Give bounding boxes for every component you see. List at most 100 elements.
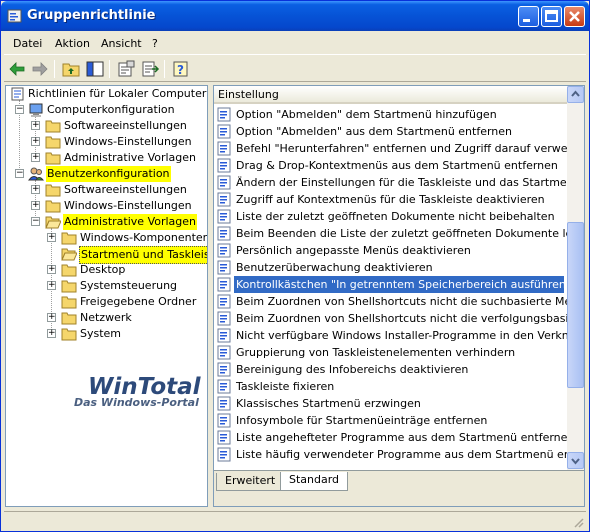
tree-root[interactable]: Richtlinien für Lokaler Computer [6, 86, 206, 102]
collapse-icon[interactable]: − [15, 169, 24, 178]
tree-item-computer-software[interactable]: + Softwareeinstellungen [6, 118, 206, 134]
setting-row[interactable]: Beim Beenden die Liste der zuletzt geöff… [214, 225, 567, 242]
help-icon[interactable]: ? [171, 59, 191, 79]
policy-setting-icon [217, 277, 231, 292]
svg-text:?: ? [177, 63, 184, 77]
scroll-thumb[interactable] [567, 222, 584, 388]
expand-icon[interactable]: + [31, 121, 40, 130]
menu-help[interactable]: ? [152, 37, 158, 50]
expand-icon[interactable]: + [47, 313, 56, 322]
setting-row[interactable]: Drag & Drop-Kontextmenüs aus dem Startme… [214, 157, 567, 174]
expand-icon[interactable]: + [47, 281, 56, 290]
folder-icon [61, 232, 77, 245]
export-list-icon[interactable] [140, 59, 160, 79]
back-arrow-icon[interactable] [7, 59, 27, 79]
expand-icon[interactable]: + [31, 153, 40, 162]
expand-icon[interactable]: + [31, 185, 40, 194]
setting-row[interactable]: Option "Abmelden" dem Startmenü hinzufüg… [214, 106, 567, 123]
tree-item-windows-components[interactable]: + Windows-Komponenten [6, 230, 207, 246]
resize-grip-icon[interactable] [572, 516, 584, 528]
expand-icon[interactable]: + [31, 201, 40, 210]
setting-label: Befehl "Herunterfahren" entfernen und Zu… [236, 142, 567, 155]
tab-extended[interactable]: Erweitert [216, 473, 285, 491]
open-folder-icon [61, 248, 77, 261]
policy-setting-icon [217, 379, 231, 394]
setting-label: Bereinigung des Infobereichs deaktiviere… [236, 363, 469, 376]
vertical-scrollbar[interactable] [567, 86, 584, 470]
up-folder-icon[interactable] [61, 59, 81, 79]
tree-item-computer-windows[interactable]: + Windows-Einstellungen [6, 134, 206, 150]
tree-label: Netzwerk [80, 311, 132, 324]
forward-arrow-icon[interactable] [30, 59, 50, 79]
setting-label: Beim Zuordnen von Shellshortcuts nicht d… [236, 312, 567, 325]
group-policy-icon [7, 9, 22, 23]
setting-row[interactable]: Zugriff auf Kontextmenüs für die Tasklei… [214, 191, 567, 208]
menu-action[interactable]: Aktion [55, 37, 90, 50]
setting-row[interactable]: Nicht verfügbare Windows Installer-Progr… [214, 327, 567, 344]
tree-item-startmenu-taskbar[interactable]: Startmenü und Taskleiste [6, 246, 207, 264]
toolbar-separator [164, 60, 165, 78]
scroll-down-button[interactable] [567, 452, 584, 469]
scroll-up-button[interactable] [567, 86, 584, 103]
expand-icon[interactable]: + [47, 329, 56, 338]
tree-label: Desktop [80, 263, 126, 276]
setting-row[interactable]: Befehl "Herunterfahren" entfernen und Zu… [214, 140, 567, 157]
setting-row[interactable]: Option "Abmelden" aus dem Startmenü entf… [214, 123, 567, 140]
tree-item-shared-folders[interactable]: Freigegebene Ordner [6, 294, 206, 310]
setting-row[interactable]: Liste der zuletzt geöffneten Dokumente n… [214, 208, 567, 225]
setting-row[interactable]: Klassisches Startmenü erzwingen [214, 395, 567, 412]
setting-row[interactable]: Bereinigung des Infobereichs deaktiviere… [214, 361, 567, 378]
policy-setting-icon [217, 328, 231, 343]
expand-icon[interactable]: + [31, 137, 40, 146]
tab-standard[interactable]: Standard [280, 472, 349, 491]
minimize-button[interactable] [518, 6, 539, 27]
tree-item-computer-config[interactable]: − Computerkonfiguration [6, 102, 206, 118]
tree-item-control-panel[interactable]: + Systemsteuerung [6, 278, 206, 294]
folder-icon [61, 264, 77, 277]
setting-row[interactable]: Liste häufig verwendeter Programme aus d… [214, 446, 567, 463]
setting-label: Liste angehefteter Programme aus dem Sta… [236, 431, 567, 444]
view-tabs: Erweitert Standard [214, 470, 584, 506]
show-hide-tree-icon[interactable] [85, 59, 105, 79]
setting-row[interactable]: Beim Zuordnen von Shellshortcuts nicht d… [214, 310, 567, 327]
expand-icon[interactable]: + [47, 233, 56, 242]
setting-row[interactable]: Gruppierung von Taskleistenelementen ver… [214, 344, 567, 361]
close-button[interactable] [564, 6, 585, 27]
tree-item-computer-admin[interactable]: + Administrative Vorlagen [6, 150, 206, 166]
setting-label: Infosymbole für Startmenüeinträge entfer… [236, 414, 488, 427]
setting-row[interactable]: Benutzerüberwachung deaktivieren [214, 259, 567, 276]
tree-label: System [80, 327, 122, 340]
setting-row[interactable]: Beim Zuordnen von Shellshortcuts nicht d… [214, 293, 567, 310]
tree-item-network[interactable]: + Netzwerk [6, 310, 206, 326]
tree-item-user-software[interactable]: + Softwareeinstellungen [6, 182, 206, 198]
setting-row[interactable]: Kontrollkästchen "In getrenntem Speicher… [214, 276, 567, 293]
tree-pane[interactable]: Richtlinien für Lokaler Computer − Compu… [5, 85, 208, 507]
setting-row[interactable]: Persönlich angepasste Menüs deaktivieren [214, 242, 567, 259]
column-header-setting[interactable]: Einstellung [214, 86, 567, 104]
chevron-down-icon [571, 458, 580, 465]
setting-row[interactable]: Liste angehefteter Programme aus dem Sta… [214, 429, 567, 446]
title-bar[interactable]: Gruppenrichtlinie [1, 1, 589, 31]
properties-icon[interactable] [116, 59, 136, 79]
tree-label: Computerkonfiguration [47, 103, 175, 116]
setting-row[interactable]: Taskleiste fixieren [214, 378, 567, 395]
tree-item-desktop[interactable]: + Desktop [6, 262, 206, 278]
expand-icon[interactable]: + [47, 265, 56, 274]
setting-row[interactable]: Ändern der Einstellungen für die Tasklei… [214, 174, 567, 191]
tree-item-user-config[interactable]: − Benutzerkonfiguration [6, 166, 206, 182]
tree-item-system[interactable]: + System [6, 326, 206, 342]
maximize-button[interactable] [541, 6, 562, 27]
collapse-icon[interactable]: − [15, 105, 24, 114]
policy-setting-icon [217, 430, 231, 445]
setting-label: Taskleiste fixieren [236, 380, 335, 393]
setting-label: Klassisches Startmenü erzwingen [236, 397, 421, 410]
collapse-icon[interactable]: − [31, 217, 40, 226]
setting-row[interactable]: Infosymbole für Startmenüeinträge entfer… [214, 412, 567, 429]
policy-setting-icon [217, 294, 231, 309]
tree-item-user-windows[interactable]: + Windows-Einstellungen [6, 198, 206, 214]
menu-view[interactable]: Ansicht [101, 37, 142, 50]
menu-file[interactable]: Datei [13, 37, 42, 50]
tree-item-user-admin[interactable]: − Administrative Vorlagen [6, 214, 206, 230]
setting-label: Drag & Drop-Kontextmenüs aus dem Startme… [236, 159, 558, 172]
policy-setting-icon [217, 260, 231, 275]
